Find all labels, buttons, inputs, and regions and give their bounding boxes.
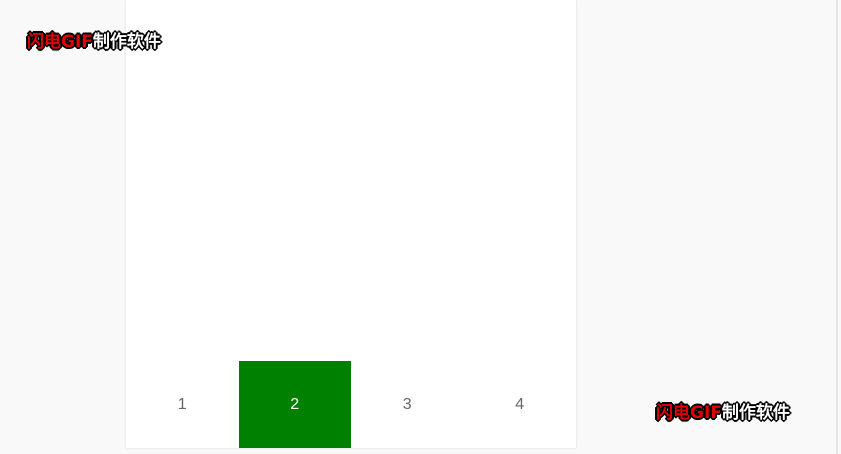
tab-1[interactable]: 1 <box>126 361 239 448</box>
watermark-bottom: 闪电GIF制作软件 <box>656 403 790 423</box>
watermark-brand: 闪电GIF <box>656 403 722 423</box>
tab-2[interactable]: 2 <box>238 361 351 448</box>
watermark-brand: 闪电GIF <box>27 32 93 52</box>
watermark-suffix: 制作软件 <box>92 32 161 52</box>
bottom-tab-bar: 1 2 3 4 <box>126 361 576 448</box>
tab-4[interactable]: 4 <box>464 361 577 448</box>
window-edge-divider <box>836 0 838 454</box>
page: 1 2 3 4 闪电GIF制作软件 闪电GIF制作软件 <box>0 0 841 454</box>
app-viewport: 1 2 3 4 <box>126 0 576 448</box>
watermark-suffix: 制作软件 <box>721 403 790 423</box>
tab-3[interactable]: 3 <box>351 361 464 448</box>
watermark-top: 闪电GIF制作软件 <box>27 32 161 52</box>
